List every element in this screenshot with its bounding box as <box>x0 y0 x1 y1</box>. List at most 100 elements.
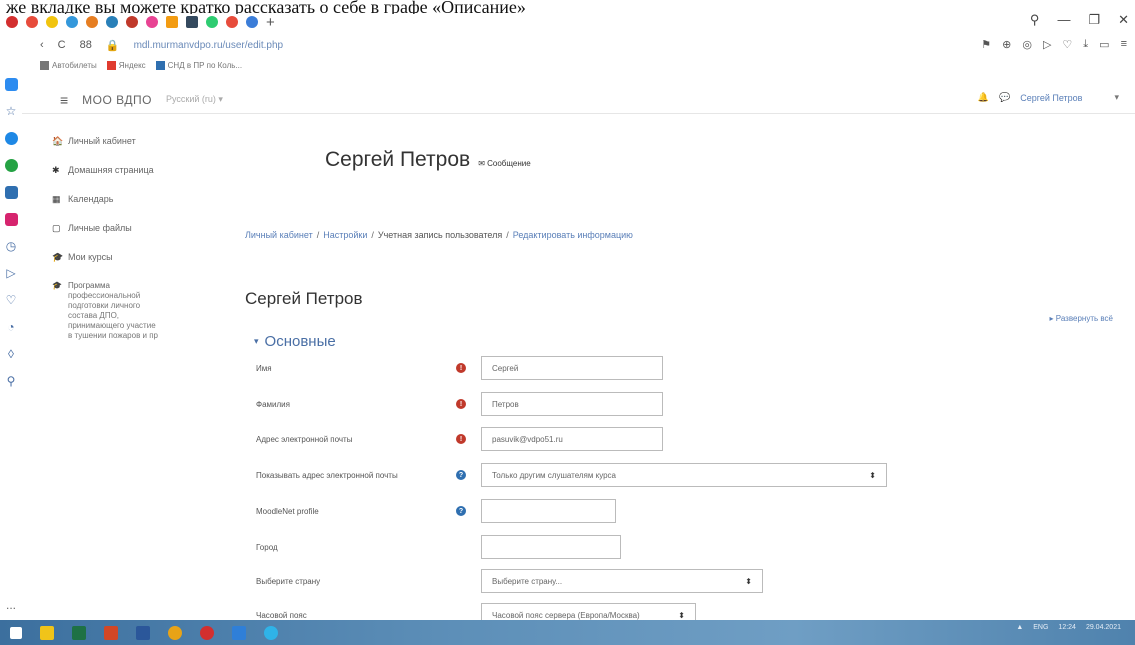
tab-icon[interactable] <box>206 16 218 28</box>
settings-icon[interactable]: ⚲ <box>7 375 16 388</box>
chat-icon[interactable]: 💬 <box>999 92 1010 103</box>
bell-icon[interactable]: 🔔 <box>978 92 989 103</box>
system-tray: ▲ ENG 12:24 29.04.2021 <box>1016 624 1121 631</box>
drawer-item-calendar[interactable]: ▦ Календарь <box>52 194 222 205</box>
country-label: Выберите страну <box>256 576 321 586</box>
camera-icon[interactable]: ⊕ <box>1002 38 1011 51</box>
tab-icon[interactable] <box>86 16 98 28</box>
bulb-icon[interactable]: ◊ <box>8 348 14 361</box>
country-select[interactable]: Выберите страну... ⬍ <box>481 569 763 593</box>
heart-icon[interactable]: ♡ <box>1062 38 1072 51</box>
reload-icon[interactable]: C <box>58 39 66 51</box>
message-link[interactable]: ✉ Сообщение <box>478 159 530 168</box>
screen: же вкладке вы можете кратко рассказать о… <box>0 0 1135 645</box>
chevron-down-icon: ▾ <box>254 336 259 346</box>
menu-icon[interactable]: ≡ <box>1121 38 1127 51</box>
drawer-item-home[interactable]: ✱ Домашняя страница <box>52 165 222 176</box>
help-icon[interactable]: ? <box>456 506 466 516</box>
email-display-select[interactable]: Только другим слушателям курса ⬍ <box>481 463 887 487</box>
drawer-item-course[interactable]: 🎓 Программа профессиональной подготовки … <box>52 281 222 341</box>
last-name-input[interactable]: Петров <box>481 392 663 416</box>
tab-icon[interactable] <box>106 16 118 28</box>
tab-icon[interactable] <box>166 16 178 28</box>
breadcrumb-dashboard[interactable]: Личный кабинет <box>245 230 313 240</box>
heart-icon[interactable]: ♡ <box>6 294 17 307</box>
close-icon[interactable]: ✕ <box>1118 12 1129 28</box>
opera-icon[interactable] <box>6 16 18 28</box>
language-indicator[interactable]: ENG <box>1033 624 1048 631</box>
minimize-icon[interactable]: — <box>1057 12 1070 28</box>
breadcrumb-preferences[interactable]: Настройки <box>323 230 367 240</box>
mail-icon[interactable] <box>232 625 246 640</box>
download-icon[interactable]: ⤓ <box>1083 38 1088 51</box>
tab-icon[interactable] <box>126 16 138 28</box>
clock-icon[interactable]: ◷ <box>6 240 16 253</box>
chrome-icon[interactable] <box>168 625 182 640</box>
new-tab-icon[interactable]: + <box>266 14 275 31</box>
help-icon[interactable]: ? <box>456 470 466 480</box>
tab-icon[interactable] <box>46 16 58 28</box>
back-icon[interactable]: ‹ <box>40 39 44 51</box>
user-menu[interactable]: Сергей Петров <box>1020 93 1082 103</box>
tab-icon[interactable] <box>246 16 258 28</box>
word-icon[interactable] <box>136 625 150 640</box>
section-general-title: Основные <box>264 333 336 350</box>
bookmark-item[interactable]: СНД в ПР по Коль... <box>155 60 242 70</box>
language-menu[interactable]: Русский (ru) ▾ <box>166 94 223 105</box>
tab-icon[interactable] <box>66 16 78 28</box>
nav-drawer: 🏠 Личный кабинет ✱ Домашняя страница ▦ К… <box>52 136 222 341</box>
file-explorer-icon[interactable] <box>40 625 54 640</box>
search-icon[interactable]: ⚲ <box>1030 12 1040 28</box>
drawer-item-dashboard[interactable]: 🏠 Личный кабинет <box>52 136 222 147</box>
email-field[interactable]: pasuvik@vdpo51.ru <box>481 427 663 451</box>
url-field[interactable]: mdl.murmanvdpo.ru/user/edit.php <box>134 40 284 51</box>
opera-icon[interactable] <box>200 625 214 640</box>
tab-icon[interactable] <box>186 16 198 28</box>
send-icon[interactable]: ▷ <box>6 267 15 280</box>
moodlenet-input[interactable] <box>481 499 616 523</box>
last-name-row: Фамилия ! Петров <box>256 392 663 416</box>
bookmark-item[interactable]: Автобилеты <box>40 60 97 70</box>
city-input[interactable] <box>481 535 621 559</box>
tab-icon[interactable] <box>26 16 38 28</box>
section-general-header[interactable]: ▾ Основные <box>254 333 336 350</box>
messenger-icon[interactable] <box>4 132 18 145</box>
tab-icon[interactable] <box>226 16 238 28</box>
breadcrumb: Личный кабинет / Настройки / Учетная запись … <box>245 230 633 240</box>
hamburger-icon[interactable]: ≡ <box>60 92 68 108</box>
instagram-icon[interactable] <box>4 213 18 226</box>
battery-icon[interactable]: ▭ <box>1099 38 1109 51</box>
chevron-down-icon[interactable]: ▾ <box>1114 92 1119 103</box>
flag-icon[interactable]: ⚑ <box>981 38 991 51</box>
vk-icon[interactable] <box>4 186 18 199</box>
expand-all-link[interactable]: ▸ Развернуть всё <box>1050 314 1113 323</box>
site-name[interactable]: МОО ВДПО <box>82 93 152 107</box>
bookmark-item[interactable]: Яндекс <box>106 60 146 70</box>
history-icon[interactable]: ◔ <box>7 321 14 334</box>
country-row: Выберите страну Выберите страну... ⬍ <box>256 569 763 593</box>
windows-start-icon[interactable] <box>10 626 22 639</box>
clock-time[interactable]: 12:24 <box>1058 624 1076 631</box>
whatsapp-icon[interactable] <box>4 159 18 172</box>
tray-chevron-icon[interactable]: ▲ <box>1016 624 1023 631</box>
file-icon: ▢ <box>52 223 61 233</box>
drawer-item-files[interactable]: ▢ Личные файлы <box>52 223 222 234</box>
user-menu-area: 🔔 💬 Сергей Петров ▾ <box>978 92 1119 103</box>
clock-date[interactable]: 29.04.2021 <box>1086 624 1121 631</box>
speed-dial-icon[interactable] <box>4 78 18 91</box>
moodlenet-label: MoodleNet profile <box>256 506 319 516</box>
yandex-icon <box>106 60 116 70</box>
vpn-icon[interactable]: ◎ <box>1022 38 1032 51</box>
tab-icon[interactable] <box>146 16 158 28</box>
drawer-item-my-courses[interactable]: 🎓 Мои курсы <box>52 252 222 263</box>
powerpoint-icon[interactable] <box>104 625 118 640</box>
star-icon[interactable]: ☆ <box>6 105 17 118</box>
breadcrumb-edit-profile[interactable]: Редактировать информацию <box>513 230 633 240</box>
first-name-input[interactable]: Сергей <box>481 356 663 380</box>
excel-icon[interactable] <box>72 625 86 640</box>
play-icon[interactable]: ▷ <box>1043 38 1051 51</box>
tab-count: 88 <box>79 39 92 51</box>
more-icon[interactable]: ... <box>6 598 16 612</box>
restore-icon[interactable]: ❐ <box>1088 12 1100 28</box>
edge-icon[interactable] <box>264 625 278 640</box>
